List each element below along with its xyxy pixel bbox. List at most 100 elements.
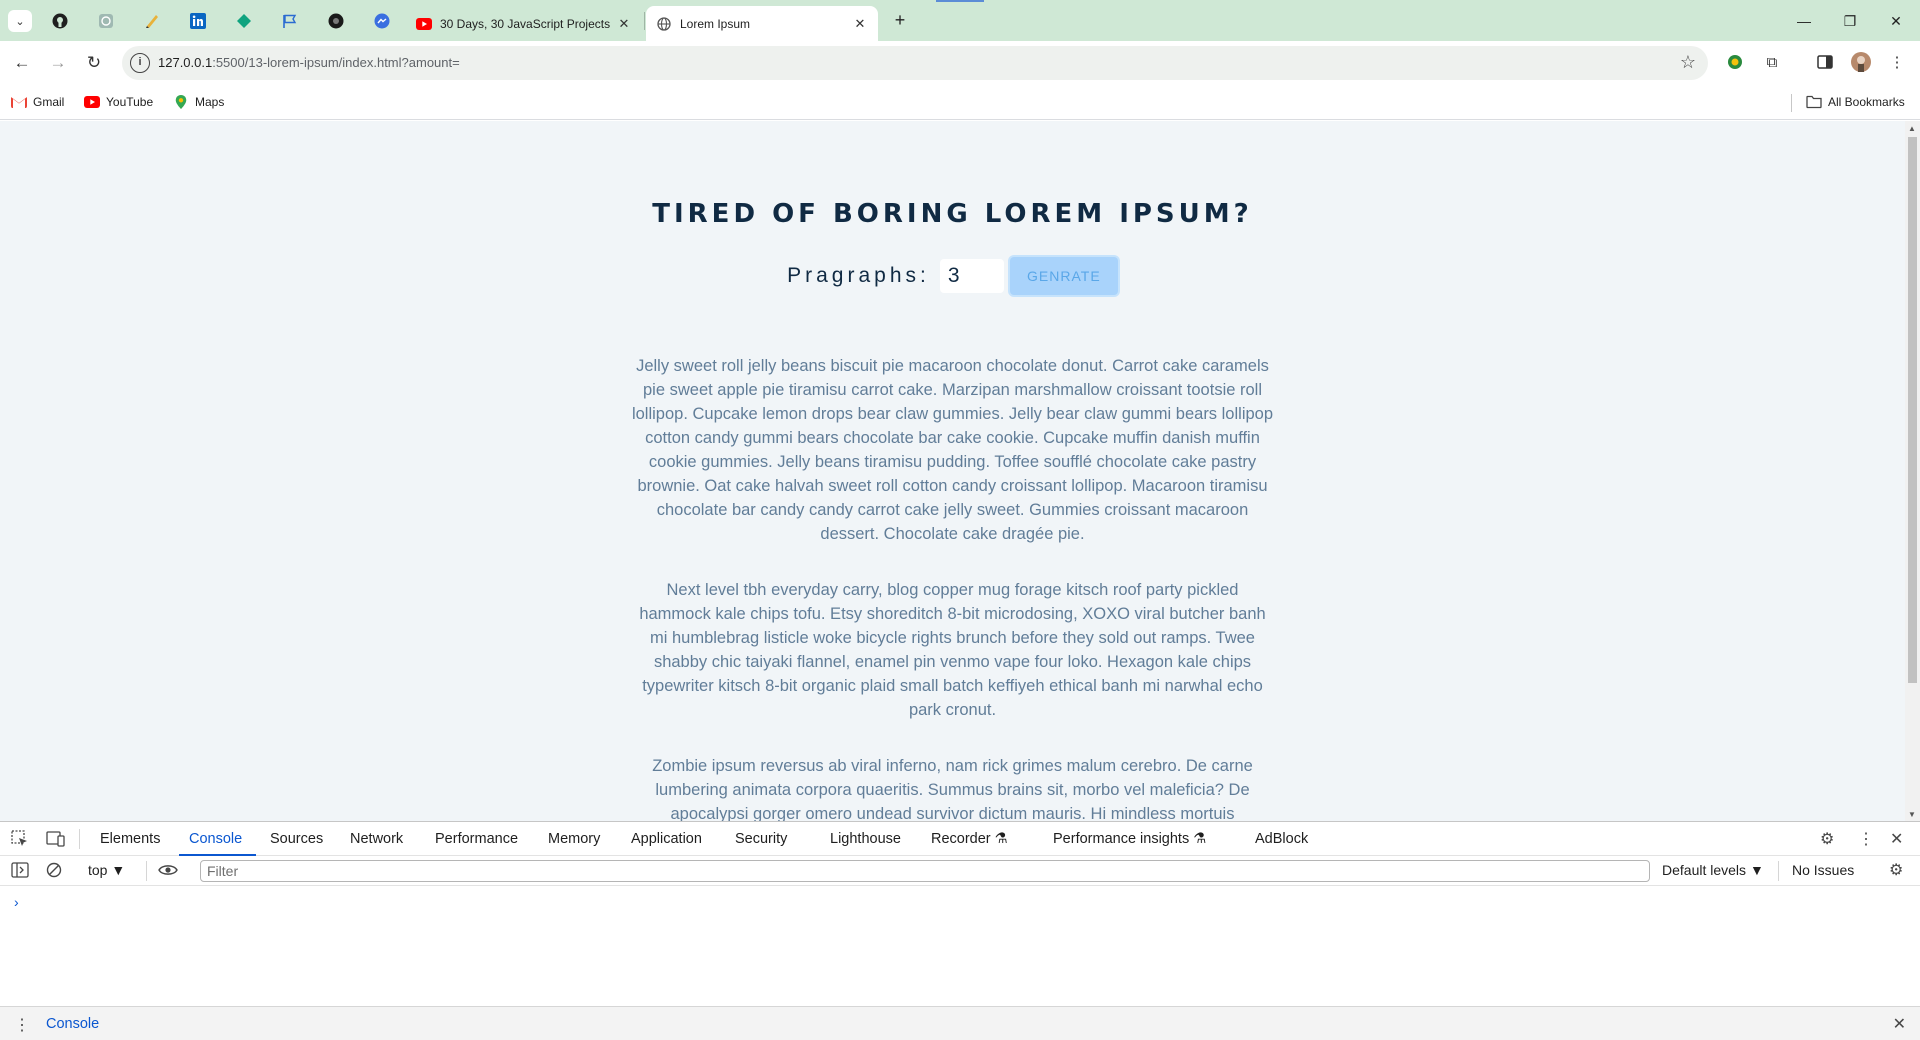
tab-security[interactable]: Security [735, 831, 787, 847]
tab-search-button[interactable]: ⌄ [8, 10, 32, 32]
restore-icon: ❐ [1843, 13, 1857, 29]
bookmark-star-icon[interactable]: ☆ [1680, 52, 1696, 73]
tab-strip: ⌄ 30 Days, 30 JavaScript Projects ✕ Lore… [0, 0, 1920, 41]
live-expression-eye-icon[interactable] [157, 860, 179, 880]
console-prompt[interactable]: › [14, 894, 19, 910]
generate-form: Pragraphs: GENRATE [0, 257, 1905, 295]
issues-counter[interactable]: No Issues [1792, 862, 1854, 878]
lorem-paragraph: Next level tbh everyday carry, blog copp… [639, 581, 1266, 719]
side-panel-icon[interactable] [1814, 51, 1836, 73]
clear-console-icon[interactable] [43, 860, 65, 880]
devtools-separator [1778, 861, 1779, 881]
filter-placeholder: Filter [207, 863, 239, 879]
pinned-tab-linkedin[interactable] [186, 9, 210, 33]
bookmark-maps[interactable]: Maps [173, 92, 224, 112]
flask-icon: ⚗ [994, 831, 1008, 847]
console-toolbar: top ▼ Filter Default levels ▼ No Issues … [0, 856, 1920, 886]
scrollbar-thumb[interactable] [1908, 137, 1917, 683]
tab-performance[interactable]: Performance [435, 831, 518, 847]
log-levels-label: Default levels [1662, 862, 1747, 878]
settings-gear-icon[interactable]: ⚙ [1820, 829, 1834, 849]
url-text[interactable]: 127.0.0.1:5500/13-lorem-ipsum/index.html… [158, 55, 460, 70]
tab-lighthouse[interactable]: Lighthouse [830, 831, 901, 847]
bookmark-gmail[interactable]: Gmail [11, 92, 64, 112]
pinned-tab-circle[interactable] [324, 9, 348, 33]
bookmarks-bar: Gmail YouTube Maps All Bookmarks [0, 84, 1920, 120]
bookmark-label: YouTube [106, 95, 154, 109]
bookmark-label: Maps [195, 95, 225, 109]
info-icon[interactable]: i [130, 53, 150, 73]
close-icon[interactable]: ✕ [852, 16, 868, 32]
globe-icon [656, 16, 672, 32]
bookmarks-separator [1791, 94, 1792, 112]
tab-elements[interactable]: Elements [100, 831, 160, 847]
diamond-icon [237, 14, 251, 28]
console-filter-input[interactable]: Filter [200, 860, 1650, 882]
tab-adblock[interactable]: AdBlock [1255, 831, 1308, 847]
url-host: 127.0.0.1 [158, 55, 213, 70]
pinned-tab-flag[interactable] [278, 9, 302, 33]
tab-sources[interactable]: Sources [270, 831, 323, 847]
bookmark-youtube[interactable]: YouTube [84, 92, 153, 112]
tab-network[interactable]: Network [350, 831, 403, 847]
generate-button[interactable]: GENRATE [1009, 257, 1118, 295]
devtools-panel: Elements Console Sources Network Perform… [0, 821, 1920, 1040]
reload-button[interactable]: ↻ [80, 49, 108, 77]
restore-button[interactable]: ❐ [1828, 8, 1872, 34]
pinned-tab-github[interactable] [48, 9, 72, 33]
console-settings-gear-icon[interactable]: ⚙ [1889, 860, 1903, 880]
devtools-separator [79, 829, 80, 849]
page-title: TIRED OF BORING LOREM IPSUM? [652, 199, 1253, 229]
pinned-tab-diamond[interactable] [232, 9, 256, 33]
circle-icon [328, 13, 344, 29]
sidebar-toggle-icon[interactable] [9, 860, 31, 880]
close-icon[interactable]: ✕ [616, 16, 632, 32]
more-options-icon[interactable]: ⋮ [1858, 829, 1874, 849]
extension-icon[interactable] [1724, 51, 1746, 73]
close-window-button[interactable]: ✕ [1874, 8, 1918, 34]
extensions-puzzle-icon[interactable]: ⧉ [1761, 51, 1783, 73]
context-selector[interactable]: top ▼ [88, 862, 125, 878]
paragraphs-label: Pragraphs: [787, 264, 930, 287]
tab-performance-insights-label: Performance insights [1053, 831, 1190, 847]
minimize-icon: — [1797, 13, 1811, 29]
lorem-paragraph: Zombie ipsum reversus ab viral inferno, … [652, 757, 1253, 821]
drawer-menu-icon[interactable]: ⋮ [14, 1015, 30, 1035]
new-tab-button[interactable]: + [888, 9, 912, 33]
avatar[interactable] [1850, 51, 1872, 73]
tab-performance-insights[interactable]: Performance insights ⚗ [1053, 831, 1206, 847]
device-toolbar-icon[interactable] [45, 829, 67, 849]
lorem-text: Jelly sweet roll jelly beans biscuit pie… [0, 354, 1905, 821]
pinned-tab-chatgpt[interactable] [94, 9, 118, 33]
log-levels-dropdown[interactable]: Default levels ▼ [1662, 862, 1764, 878]
tabstrip-accent [936, 0, 984, 2]
tab-application[interactable]: Application [631, 831, 702, 847]
drawer-tab-console[interactable]: Console [46, 1016, 99, 1032]
scroll-up-icon[interactable]: ▲ [1908, 124, 1916, 133]
forward-button[interactable]: → [44, 49, 72, 77]
page-viewport: TIRED OF BORING LOREM IPSUM? Pragraphs: … [0, 121, 1920, 821]
inspect-element-icon[interactable] [9, 829, 31, 849]
address-bar[interactable]: i 127.0.0.1:5500/13-lorem-ipsum/index.ht… [122, 46, 1708, 80]
amount-input[interactable] [939, 259, 1004, 293]
tab-youtube-video[interactable]: 30 Days, 30 JavaScript Projects ✕ [406, 6, 642, 41]
close-devtools-icon[interactable]: ✕ [1890, 829, 1903, 849]
browser-menu-icon[interactable]: ⋮ [1886, 51, 1908, 73]
pinned-tab-messenger[interactable] [370, 9, 394, 33]
scroll-down-icon[interactable]: ▼ [1908, 810, 1916, 819]
page-scrollbar[interactable]: ▲ ▼ [1905, 121, 1920, 821]
minimize-button[interactable]: — [1782, 8, 1826, 34]
tab-lorem-ipsum[interactable]: Lorem Ipsum ✕ [646, 6, 878, 41]
messenger-icon [374, 13, 390, 29]
tab-recorder[interactable]: Recorder ⚗ [931, 831, 1008, 847]
back-button[interactable]: ← [8, 49, 36, 77]
arrow-left-icon: ← [13, 53, 31, 72]
linkedin-icon [190, 13, 206, 29]
tab-recorder-label: Recorder [931, 831, 991, 847]
pinned-tab-draw[interactable] [140, 9, 164, 33]
bookmark-label: Gmail [33, 95, 65, 109]
close-drawer-icon[interactable]: ✕ [1893, 1014, 1906, 1034]
tab-console[interactable]: Console [189, 831, 242, 847]
all-bookmarks[interactable]: All Bookmarks [1806, 92, 1905, 112]
tab-memory[interactable]: Memory [548, 831, 600, 847]
